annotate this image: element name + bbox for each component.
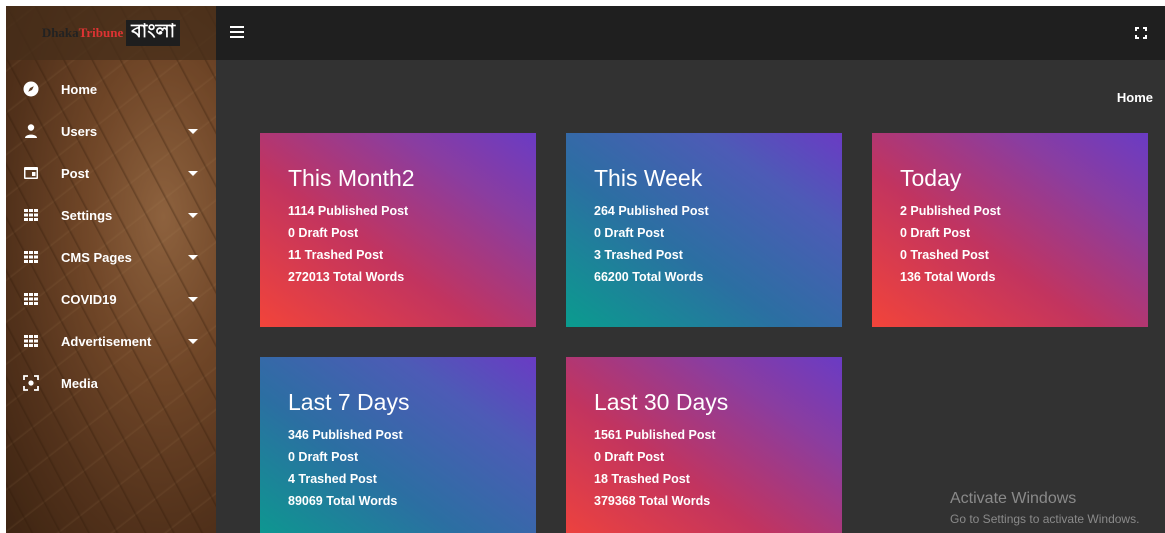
stats-card-today: Today 2 Published Post 0 Draft Post 0 Tr… bbox=[872, 133, 1148, 327]
sidebar-menu: Home Users Post Settings CMS Pages COVID… bbox=[6, 68, 216, 404]
top-bar bbox=[216, 6, 1165, 60]
stats-card-this-month: This Month2 1114 Published Post 0 Draft … bbox=[260, 133, 536, 327]
card-published: 1561 Published Post bbox=[594, 428, 716, 442]
compass-icon bbox=[23, 81, 39, 97]
card-words: 66200 Total Words bbox=[594, 270, 704, 284]
brand-bangla: বাংলা bbox=[126, 20, 181, 46]
brand-name-part1: Dhaka bbox=[41, 25, 79, 40]
activate-windows-watermark: Activate Windows Go to Settings to activ… bbox=[950, 490, 1139, 526]
card-icon bbox=[23, 165, 39, 181]
stats-card-this-week: This Week 264 Published Post 0 Draft Pos… bbox=[566, 133, 842, 327]
sidebar-item-cms-pages[interactable]: CMS Pages bbox=[6, 236, 216, 278]
card-trashed: 4 Trashed Post bbox=[288, 472, 377, 486]
card-draft: 0 Draft Post bbox=[288, 450, 359, 464]
card-title: This Week bbox=[594, 165, 703, 191]
card-trashed: 3 Trashed Post bbox=[594, 248, 683, 262]
sidebar: DhakaTribune বাংলা Home Users Post Setti… bbox=[6, 6, 216, 533]
sidebar-item-media[interactable]: Media bbox=[6, 362, 216, 404]
sidebar-item-label: Advertisement bbox=[61, 333, 152, 349]
chevron-down-icon bbox=[188, 171, 198, 176]
sidebar-item-users[interactable]: Users bbox=[6, 110, 216, 152]
card-published: 264 Published Post bbox=[594, 204, 709, 218]
chevron-down-icon bbox=[188, 255, 198, 260]
sidebar-item-label: Settings bbox=[61, 207, 113, 223]
person-icon bbox=[23, 123, 39, 139]
card-title: Today bbox=[900, 165, 962, 191]
grid-icon bbox=[23, 207, 39, 223]
card-draft: 0 Draft Post bbox=[594, 450, 665, 464]
grid-icon bbox=[23, 291, 39, 307]
sidebar-item-label: Home bbox=[61, 81, 98, 97]
app-frame: DhakaTribune বাংলা Home Users Post Setti… bbox=[6, 6, 1165, 533]
brand-name-part2: Tribune bbox=[78, 25, 124, 40]
chevron-down-icon bbox=[188, 297, 198, 302]
brand-logo[interactable]: DhakaTribune বাংলা bbox=[6, 6, 216, 60]
card-words: 89069 Total Words bbox=[288, 494, 398, 508]
sidebar-item-settings[interactable]: Settings bbox=[6, 194, 216, 236]
card-title: Last 30 Days bbox=[594, 389, 729, 415]
card-draft: 0 Draft Post bbox=[594, 226, 665, 240]
sidebar-item-home[interactable]: Home bbox=[6, 68, 216, 110]
chevron-down-icon bbox=[188, 213, 198, 218]
sidebar-item-post[interactable]: Post bbox=[6, 152, 216, 194]
card-trashed: 18 Trashed Post bbox=[594, 472, 690, 486]
card-published: 346 Published Post bbox=[288, 428, 403, 442]
watermark-title: Activate Windows bbox=[950, 490, 1077, 507]
card-trashed: 11 Trashed Post bbox=[288, 248, 384, 262]
card-published: 1114 Published Post bbox=[288, 204, 409, 218]
card-published: 2 Published Post bbox=[900, 204, 1001, 218]
fullscreen-icon[interactable] bbox=[1135, 26, 1147, 39]
stats-card-last-7-days: Last 7 Days 346 Published Post 0 Draft P… bbox=[260, 357, 536, 533]
card-draft: 0 Draft Post bbox=[900, 226, 971, 240]
sidebar-item-label: Users bbox=[61, 123, 98, 139]
card-words: 272013 Total Words bbox=[288, 270, 405, 284]
chevron-down-icon bbox=[188, 339, 198, 344]
hamburger-menu-icon[interactable] bbox=[230, 26, 244, 38]
stats-card-last-30-days: Last 30 Days 1561 Published Post 0 Draft… bbox=[566, 357, 842, 533]
card-draft: 0 Draft Post bbox=[288, 226, 359, 240]
sidebar-item-label: COVID19 bbox=[61, 291, 117, 307]
watermark-subtitle: Go to Settings to activate Windows. bbox=[950, 512, 1140, 526]
card-title: This Month2 bbox=[288, 165, 415, 191]
card-words: 136 Total Words bbox=[900, 270, 996, 284]
chevron-down-icon bbox=[188, 129, 198, 134]
sidebar-item-covid19[interactable]: COVID19 bbox=[6, 278, 216, 320]
grid-icon bbox=[23, 249, 39, 265]
grid-icon bbox=[23, 333, 39, 349]
sidebar-item-advertisement[interactable]: Advertisement bbox=[6, 320, 216, 362]
sidebar-item-label: CMS Pages bbox=[61, 249, 132, 265]
focus-icon bbox=[23, 375, 39, 391]
card-words: 379368 Total Words bbox=[594, 494, 711, 508]
breadcrumb[interactable]: Home bbox=[1117, 90, 1153, 105]
sidebar-item-label: Media bbox=[61, 375, 98, 391]
sidebar-item-label: Post bbox=[61, 165, 90, 181]
card-trashed: 0 Trashed Post bbox=[900, 248, 989, 262]
card-title: Last 7 Days bbox=[288, 389, 410, 415]
